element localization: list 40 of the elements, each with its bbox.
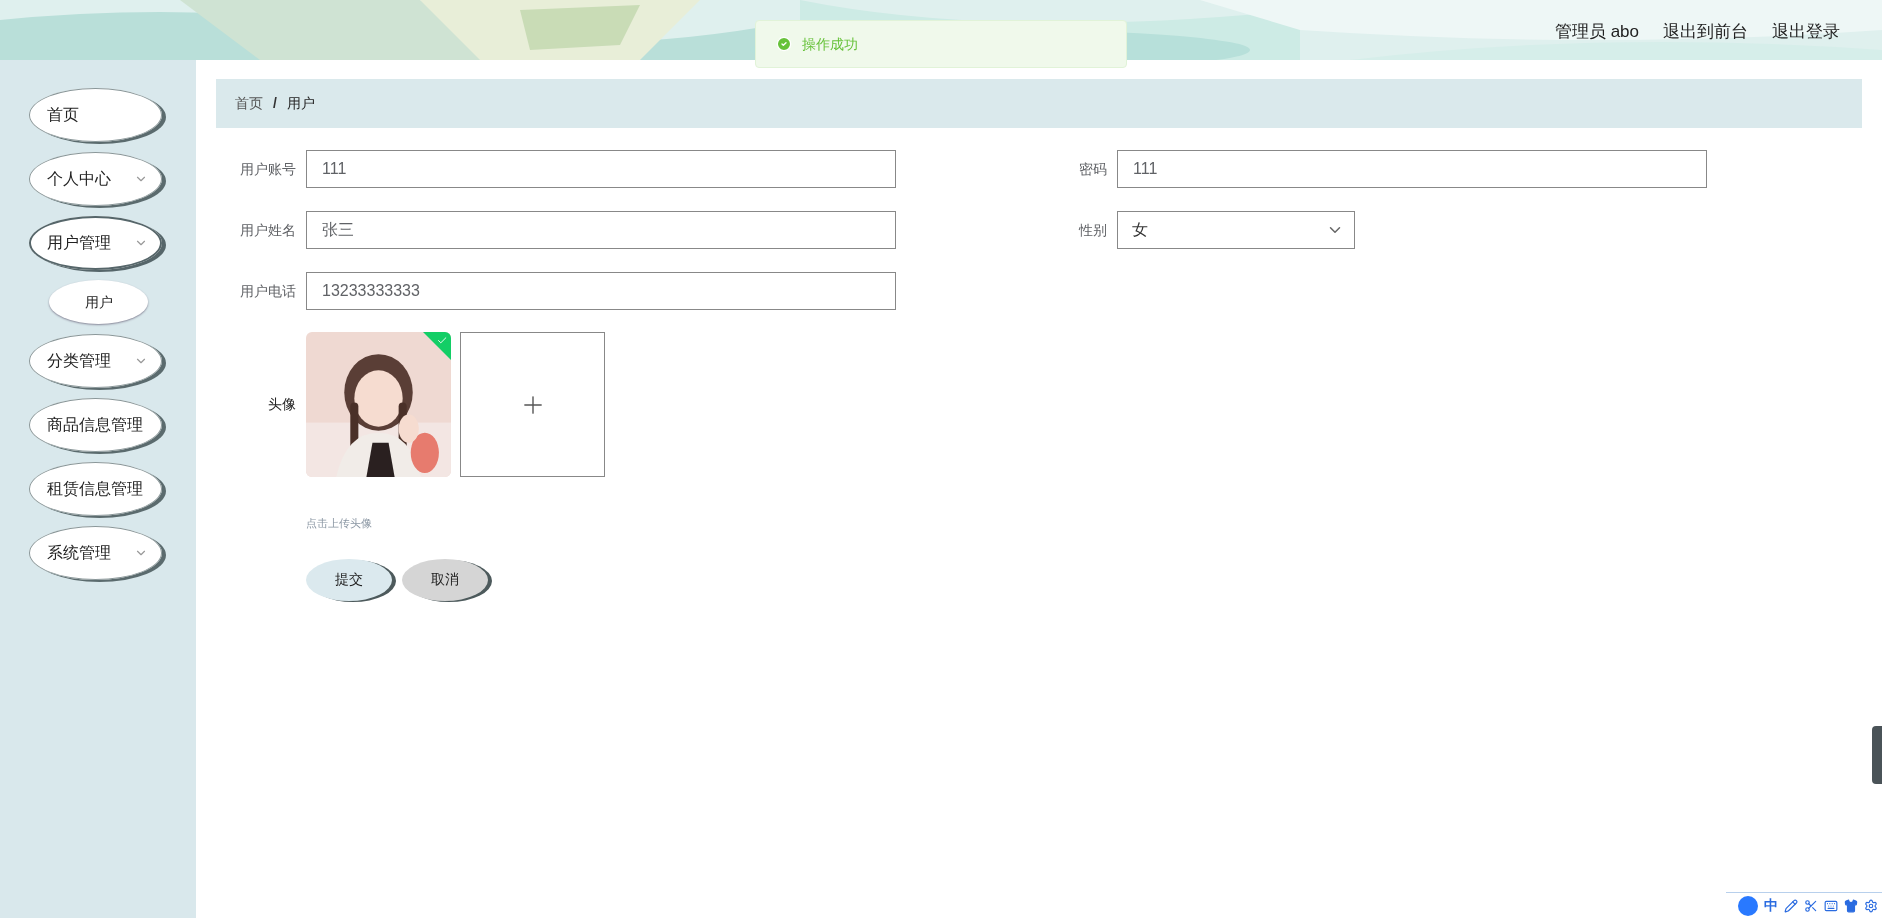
field-label: 头像	[267, 395, 297, 414]
breadcrumb-separator: /	[273, 94, 277, 113]
shirt-icon[interactable]	[1844, 898, 1858, 913]
ime-mode[interactable]: 中	[1764, 895, 1778, 916]
field-label: 用户姓名	[239, 220, 297, 240]
menu-item[interactable]: 租赁信息管理	[29, 462, 162, 516]
menu-item[interactable]: 系统管理	[29, 526, 162, 580]
cancel-button[interactable]: 取消	[402, 558, 488, 601]
breadcrumb-link[interactable]: 首页	[235, 93, 263, 114]
field-label: 用户账号	[239, 159, 297, 179]
input-field[interactable]: 111	[1117, 150, 1707, 188]
menu-item[interactable]: 用户管理	[29, 216, 162, 270]
scroll-widget	[1872, 726, 1882, 784]
menu-item[interactable]: 首页	[29, 88, 162, 142]
select-field[interactable]: 女	[1117, 211, 1355, 249]
check-icon	[436, 334, 448, 346]
scissors-icon[interactable]	[1804, 898, 1818, 913]
input-field[interactable]: 111	[306, 150, 896, 188]
input-field[interactable]: 张三	[306, 211, 896, 249]
upload-box[interactable]	[460, 332, 605, 477]
breadcrumb-link[interactable]: 用户	[286, 93, 315, 114]
menu-item[interactable]: 分类管理	[29, 334, 162, 388]
success-icon	[776, 36, 792, 52]
header-link[interactable]: 退出登录	[1772, 19, 1840, 45]
header-link[interactable]: 退出到前台	[1663, 19, 1748, 45]
header-link[interactable]: 管理员 abo	[1554, 19, 1639, 45]
menu-item[interactable]: 商品信息管理	[29, 398, 162, 452]
field-label: 性别	[1077, 220, 1108, 240]
submenu-item[interactable]: 用户	[49, 280, 148, 324]
menu-item[interactable]: 个人中心	[29, 152, 162, 206]
submit-button[interactable]: 提交	[306, 558, 392, 601]
pencil-icon[interactable]	[1784, 898, 1798, 913]
field-label: 用户电话	[239, 281, 297, 301]
upload-hint: 点击上传头像	[306, 516, 373, 531]
settings-icon[interactable]	[1864, 898, 1878, 913]
input-field[interactable]: 13233333333	[306, 272, 896, 310]
ime-logo-icon	[1738, 895, 1758, 916]
field-label: 密码	[1078, 159, 1108, 179]
keyboard-icon[interactable]	[1824, 898, 1838, 913]
toast-message: 操作成功	[802, 34, 858, 54]
